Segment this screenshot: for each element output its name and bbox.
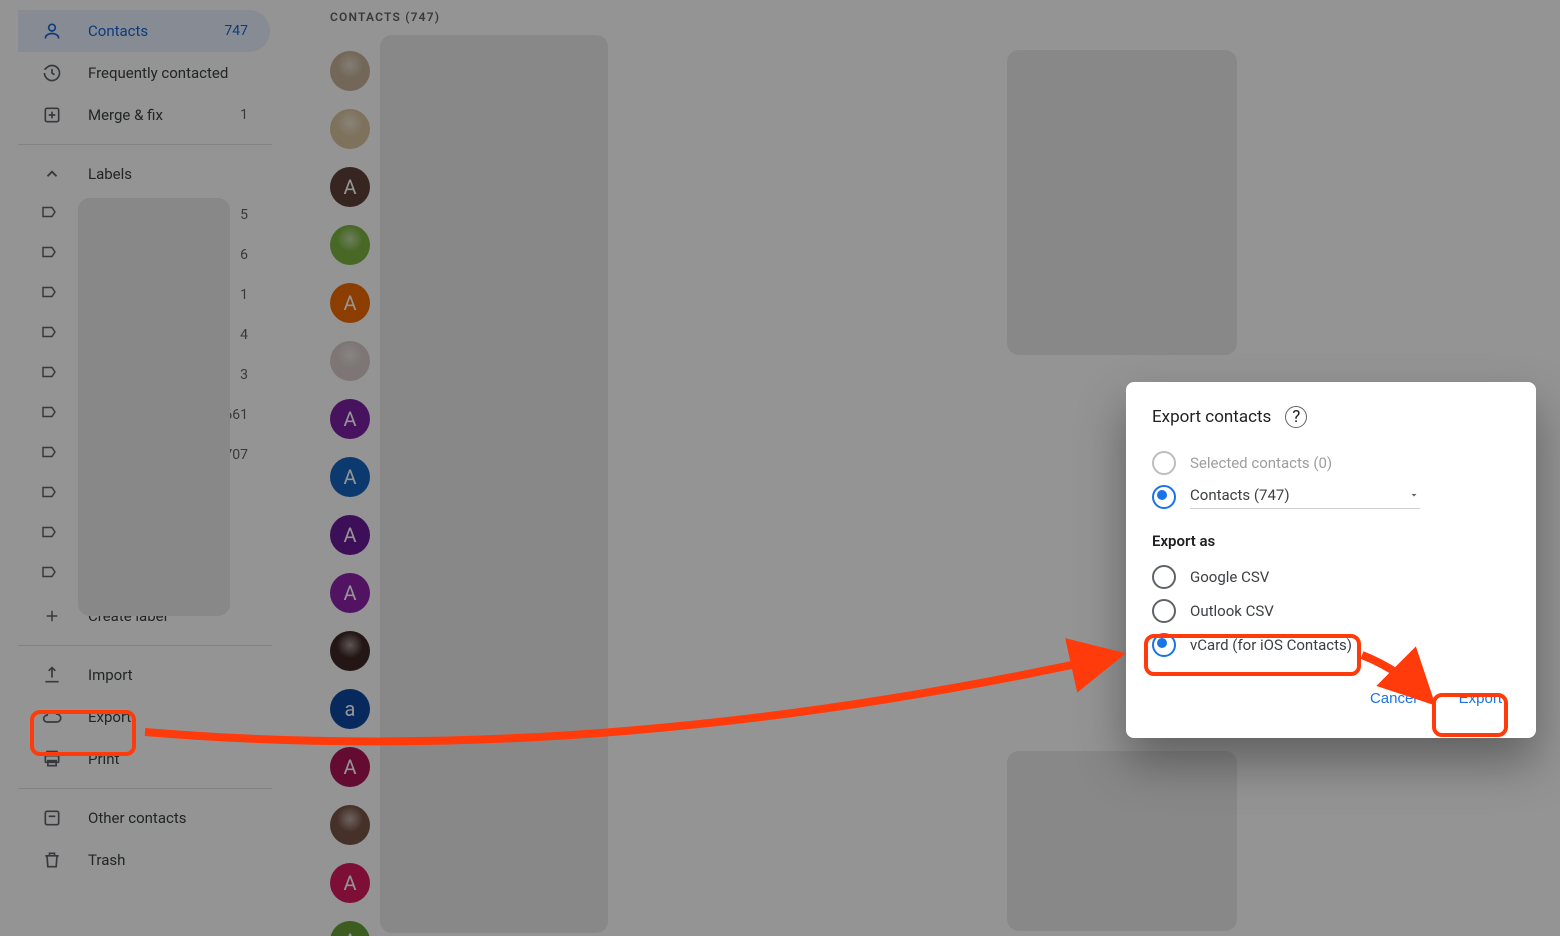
avatar: A: [330, 167, 370, 207]
label-icon: [40, 563, 64, 587]
nav-contacts-label: Contacts: [88, 22, 224, 40]
nav-frequent[interactable]: Frequently contacted: [18, 52, 270, 94]
source-selected-label: Selected contacts (0): [1190, 454, 1332, 472]
label-icon: [40, 323, 64, 347]
label-count: 3: [240, 367, 248, 383]
upload-icon: [40, 663, 64, 687]
format-google-csv[interactable]: Google CSV: [1126, 560, 1536, 594]
label-icon: [40, 443, 64, 467]
avatar: A: [330, 863, 370, 903]
print-icon: [40, 747, 64, 771]
nav-contacts-count: 747: [224, 23, 248, 39]
export-as-heading: Export as: [1126, 514, 1536, 560]
avatar: [330, 631, 370, 671]
nav-other[interactable]: Other contacts: [18, 797, 270, 839]
label-count: 1: [240, 287, 248, 303]
label-icon: [40, 243, 64, 267]
avatar: A: [330, 457, 370, 497]
divider: [18, 645, 272, 646]
label-count: 6: [240, 247, 248, 263]
radio-icon: [1152, 451, 1176, 475]
redaction-block: [1007, 50, 1237, 355]
nav-merge-label: Merge & fix: [88, 106, 240, 124]
avatar: A: [330, 515, 370, 555]
avatar: A: [330, 283, 370, 323]
nav-contacts[interactable]: Contacts 747: [18, 10, 270, 52]
source-selected-option: Selected contacts (0): [1126, 446, 1536, 480]
label-icon: [40, 363, 64, 387]
format-google-label: Google CSV: [1190, 568, 1269, 586]
radio-icon: [1152, 565, 1176, 589]
radio-icon: [1152, 485, 1176, 509]
avatar: [330, 51, 370, 91]
nav-merge[interactable]: Merge & fix 1: [18, 94, 270, 136]
label-icon: [40, 203, 64, 227]
chevron-down-icon: [1408, 489, 1420, 501]
avatar: [330, 341, 370, 381]
history-icon: [40, 61, 64, 85]
format-vcard-label: vCard (for iOS Contacts): [1190, 636, 1352, 654]
trash-icon: [40, 848, 64, 872]
label-icon: [40, 483, 64, 507]
source-dropdown[interactable]: Contacts (747): [1190, 486, 1420, 509]
divider: [18, 144, 272, 145]
label-icon: [40, 403, 64, 427]
avatar: A: [330, 747, 370, 787]
nav-other-label: Other contacts: [88, 809, 248, 827]
format-vcard[interactable]: vCard (for iOS Contacts): [1126, 628, 1536, 662]
nav-print-label: Print: [88, 750, 248, 768]
nav-export-label: Export: [88, 708, 248, 726]
plus-icon: [40, 604, 64, 628]
label-icon: [40, 523, 64, 547]
source-contacts-option[interactable]: Contacts (747): [1126, 480, 1536, 514]
label-icon: [40, 283, 64, 307]
merge-icon: [40, 103, 64, 127]
radio-icon: [1152, 599, 1176, 623]
avatar: A: [330, 921, 370, 936]
labels-heading[interactable]: Labels: [18, 153, 290, 195]
labels-heading-text: Labels: [88, 165, 132, 183]
nav-trash[interactable]: Trash: [18, 839, 270, 881]
archive-icon: [40, 806, 64, 830]
source-dropdown-label: Contacts (747): [1190, 486, 1290, 504]
redaction-block: [78, 198, 230, 616]
label-count: 5: [240, 207, 248, 223]
nav-trash-label: Trash: [88, 851, 248, 869]
cancel-button[interactable]: Cancel: [1354, 680, 1433, 716]
avatar: A: [330, 399, 370, 439]
nav-frequent-label: Frequently contacted: [88, 64, 248, 82]
label-count: 4: [240, 327, 248, 343]
dialog-title: Export contacts: [1152, 407, 1271, 427]
cloud-export-icon: [40, 705, 64, 729]
avatar: [330, 109, 370, 149]
nav-import[interactable]: Import: [18, 654, 270, 696]
person-icon: [40, 19, 64, 43]
redaction-block: [1007, 751, 1237, 931]
nav-import-label: Import: [88, 666, 248, 684]
format-outlook-label: Outlook CSV: [1190, 602, 1274, 620]
nav-print[interactable]: Print: [18, 738, 270, 780]
divider: [18, 788, 272, 789]
help-icon[interactable]: ?: [1285, 406, 1307, 428]
export-button[interactable]: Export: [1443, 680, 1518, 716]
avatar: [330, 805, 370, 845]
avatar: [330, 225, 370, 265]
redaction-block: [380, 35, 608, 933]
format-outlook-csv[interactable]: Outlook CSV: [1126, 594, 1536, 628]
nav-merge-count: 1: [240, 107, 248, 123]
radio-icon: [1152, 633, 1176, 657]
avatar: A: [330, 573, 370, 613]
nav-export[interactable]: Export: [18, 696, 270, 738]
export-contacts-dialog: Export contacts ? Selected contacts (0) …: [1126, 382, 1536, 738]
chevron-up-icon: [40, 162, 64, 186]
avatar: a: [330, 689, 370, 729]
